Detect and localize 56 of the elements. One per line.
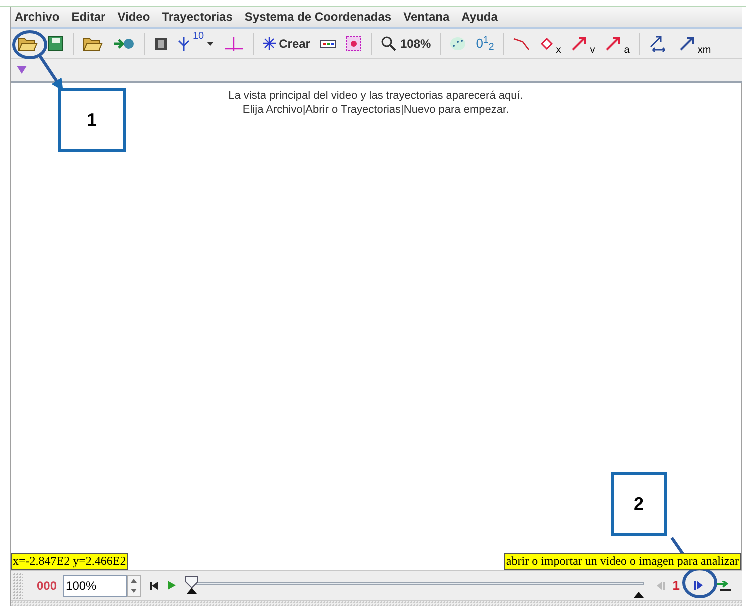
zoom-button[interactable]: 108%	[376, 32, 436, 56]
end-marker[interactable]	[634, 592, 644, 598]
arrow-icon	[605, 36, 622, 52]
color-bar-icon	[320, 40, 336, 48]
icon-label: x	[556, 46, 562, 56]
menu-item[interactable]: Ayuda	[462, 8, 498, 26]
folder-icon	[18, 36, 38, 52]
icon-label: v	[590, 46, 596, 56]
step-size[interactable]: 1	[670, 576, 683, 596]
mass-button[interactable]: xm	[674, 32, 716, 56]
menu-item[interactable]: Editar	[72, 8, 106, 26]
menu-item[interactable]: Archivo	[15, 8, 60, 26]
acceleration-button[interactable]: a	[600, 32, 635, 56]
frame-counter: 000	[37, 578, 58, 594]
triangle-icon[interactable]	[17, 66, 27, 74]
play-icon	[168, 581, 176, 590]
callout-arrow	[12, 30, 64, 91]
menu-item[interactable]: Trayectorias	[162, 8, 233, 26]
save-icon	[48, 36, 64, 52]
step-back-icon	[656, 582, 665, 590]
slider-thumb[interactable]	[185, 576, 200, 594]
caret-icon	[207, 42, 214, 46]
arrow-icon	[678, 36, 695, 52]
menu-item[interactable]: Ventana	[404, 8, 450, 26]
magnifier-icon	[381, 36, 398, 52]
grip-handle[interactable]	[13, 572, 23, 598]
icon-label: 10	[193, 32, 204, 42]
film-icon	[154, 36, 168, 50]
rate-spinner[interactable]	[127, 574, 142, 596]
dots-icon	[450, 36, 466, 50]
coordinates-label: x=-2.847E2 y=2.466E2	[11, 553, 128, 570]
skip-back-icon	[150, 582, 158, 590]
callout-box: 2	[611, 472, 667, 536]
message-text: La vista principal del video y las trayectorias aparecerá aquí.	[228, 89, 524, 103]
callout-box: 1	[58, 88, 126, 152]
hint-label: abrir o importar un video o imagen para analizar	[504, 553, 741, 570]
export-arrow-icon	[717, 580, 731, 590]
menu-item[interactable]: Video	[118, 8, 150, 26]
create-button[interactable]: Crear	[258, 32, 316, 56]
arrow-icon	[571, 36, 588, 52]
axes-button[interactable]: 10	[173, 32, 220, 56]
folder-icon	[83, 36, 103, 52]
message-text: Elija Archivo|Abrir o Trayectorias|Nuevo para empezar.	[242, 103, 510, 117]
position-button[interactable]: x	[536, 32, 566, 56]
icon-label: a	[624, 46, 630, 56]
arrow-ball-icon	[113, 36, 135, 50]
cross-icon	[224, 36, 244, 52]
curve-icon	[513, 36, 532, 50]
menu-item[interactable]: Systema de Coordenadas	[244, 8, 392, 26]
star-icon	[263, 37, 276, 50]
diamond-icon	[541, 38, 554, 50]
pattern-icon	[346, 36, 362, 52]
rate-field[interactable]: 100%	[63, 574, 128, 596]
icon-label: xm	[698, 46, 712, 56]
step-forward-icon	[694, 581, 703, 590]
velocity-button[interactable]: v	[566, 32, 600, 56]
